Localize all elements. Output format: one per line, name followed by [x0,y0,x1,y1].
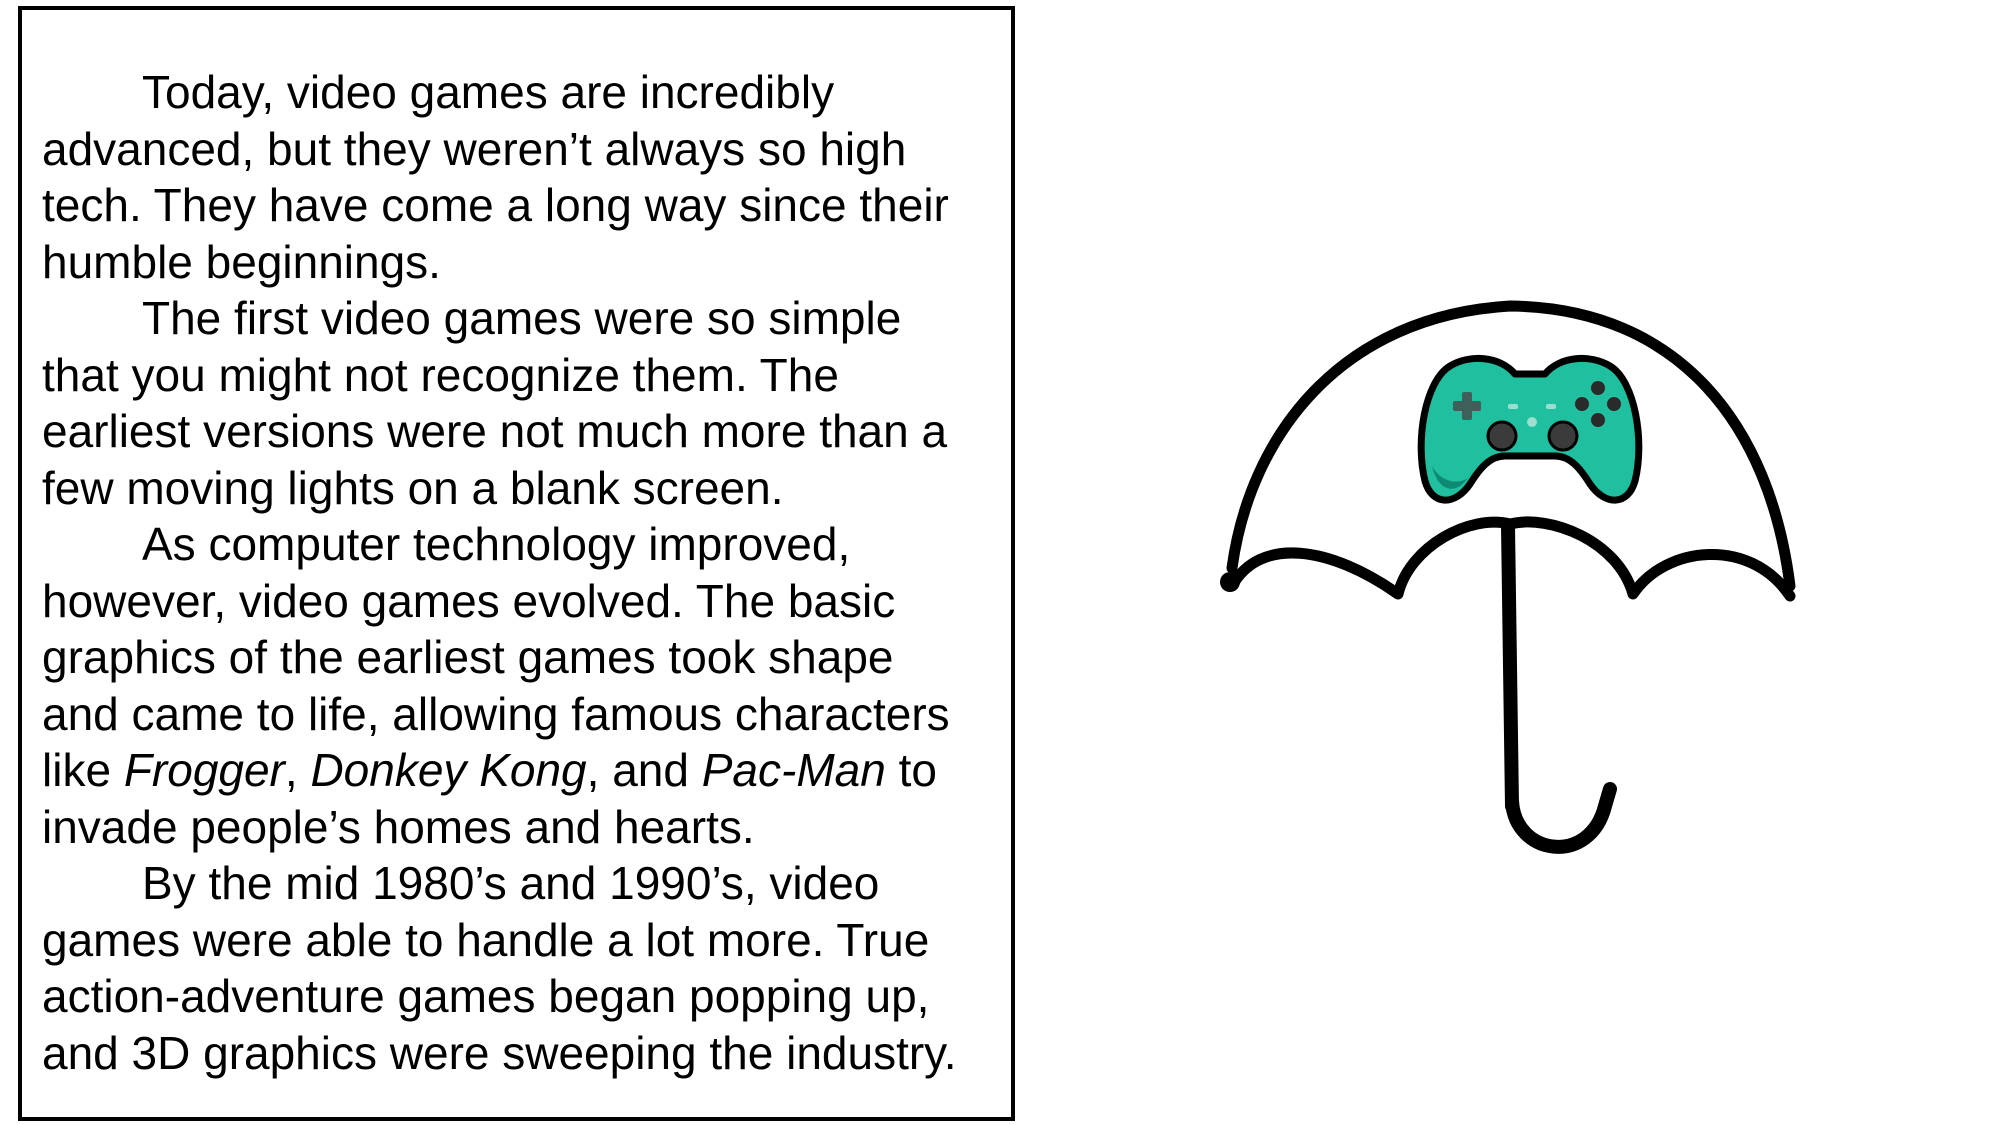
circle-button-icon [1607,397,1621,411]
passage-box: Today, video games are incredibly advanc… [18,6,1015,1121]
home-button-icon [1527,417,1537,427]
paragraph-4: By the mid 1980’s and 1990’s, video game… [42,855,1032,1081]
square-button-icon [1575,397,1589,411]
paragraph-line: graphics of the earliest games took shap… [42,631,894,683]
paragraph-line: few moving lights on a blank screen. [42,461,784,514]
text-fragment: to [885,744,937,796]
paragraph-line: that you might not recognize them. The [42,348,839,401]
paragraph-line: and came to life, allowing famous charac… [42,687,950,740]
paragraph-line: games were able to handle a lot more. Tr… [42,913,930,966]
umbrella-icon [1220,300,1796,854]
text-fragment: , [284,744,311,796]
left-stick-icon [1486,420,1518,452]
paragraph-line: humble beginnings. [42,235,441,288]
paragraph-2: The first video games were so simple tha… [42,290,1032,516]
cross-button-icon [1591,413,1605,427]
paragraph-3: As computer technology improved, however… [42,516,1032,855]
paragraph-line: however, video games evolved. The basic [42,574,896,627]
paragraph-line: Today, video games are incredibly [142,66,835,118]
right-stick-icon [1547,420,1579,452]
text-fragment: , and [586,744,702,796]
controller-body [1417,354,1643,504]
paragraph-line: tech. They have come a long way since th… [42,179,949,231]
title-frogger: Frogger [123,744,285,796]
passage-text: Today, video games are incredibly advanc… [42,64,1032,1081]
paragraph-line-characters: like Frogger, Donkey Kong, and Pac-Man t… [42,742,1032,799]
paragraph-line: advanced, but they weren’t always so hig… [42,122,907,175]
select-button-icon [1508,404,1518,409]
umbrella-tip [1220,572,1240,592]
umbrella-shaft [1501,519,1519,813]
paragraph-line: action-adventure games began popping up, [42,970,930,1022]
triangle-button-icon [1591,381,1605,395]
paragraph-line: The first video games were so simple [142,292,902,344]
paragraph-line: invade people’s homes and hearts. [42,800,755,853]
paragraph-line: As computer technology improved, [142,518,851,570]
title-donkey-kong: Donkey Kong [310,744,587,796]
paragraph-1: Today, video games are incredibly advanc… [42,64,1032,290]
paragraph-line: earliest versions were not much more tha… [42,405,948,457]
title-pac-man: Pac-Man [701,744,886,796]
game-controller-icon [1417,354,1643,504]
paragraph-line: By the mid 1980’s and 1990’s, video [142,857,880,909]
paragraph-line: and 3D graphics were sweeping the indust… [42,1026,957,1079]
start-button-icon [1546,404,1556,409]
umbrella-handle [1505,782,1617,854]
text-fragment: like [42,744,124,796]
